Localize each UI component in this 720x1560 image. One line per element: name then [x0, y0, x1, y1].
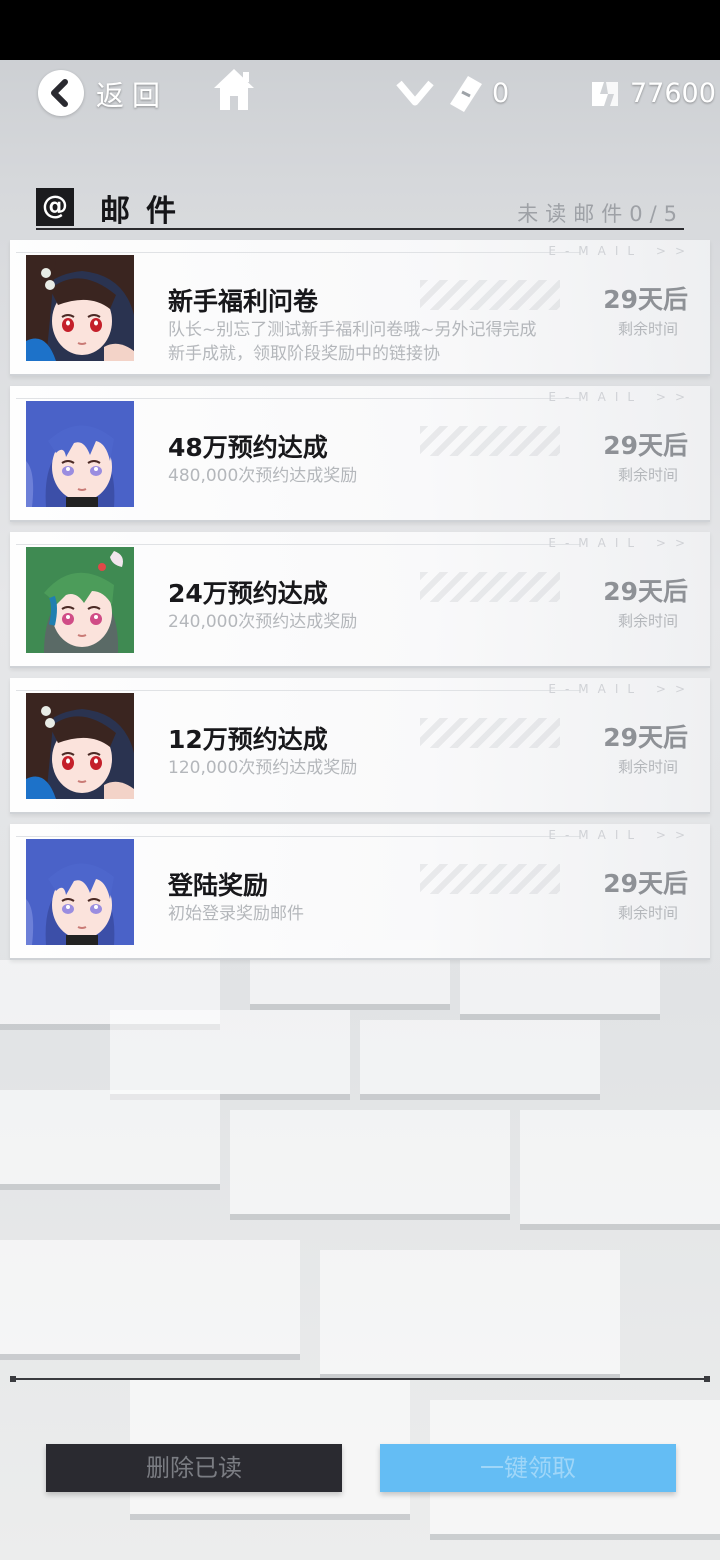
mail-item[interactable]: E-MAIL >> 登陆奖励 初始登录奖励邮件 29天后 剩余时间: [10, 824, 710, 960]
decorative-stripes: [420, 718, 560, 748]
expiry-days: 29天后: [603, 577, 688, 606]
expiry-days: 29天后: [603, 723, 688, 752]
bottom-divider: [10, 1376, 710, 1382]
status-bar: [0, 0, 720, 60]
avatar: [26, 839, 134, 945]
mail-header: @ 邮件 未读邮件0/5: [36, 186, 684, 230]
chevron-left-icon: [51, 79, 68, 107]
email-tag: E-MAIL >>: [548, 536, 694, 550]
avatar: [26, 401, 134, 507]
email-tag: E-MAIL >>: [548, 390, 694, 404]
mail-description: 120,000次预约达成奖励: [168, 758, 358, 778]
coin-count: 77600: [630, 78, 716, 109]
unread-count: 未读邮件0/5: [517, 202, 684, 226]
avatar: [26, 547, 134, 653]
ticket-icon: [450, 76, 482, 112]
mail-title: 12万预约达成: [168, 725, 328, 754]
remaining-time-label: 剩余时间: [617, 758, 678, 776]
remaining-time-label: 剩余时间: [617, 320, 678, 338]
decorative-stripes: [420, 426, 560, 456]
divider: [16, 836, 580, 837]
coin-icon: [592, 82, 618, 106]
v-rank-icon: [396, 80, 434, 106]
remaining-time-label: 剩余时间: [617, 612, 678, 630]
decorative-stripes: [420, 864, 560, 894]
ticket-count: 0: [492, 78, 510, 109]
divider: [16, 690, 580, 691]
expiry-days: 29天后: [603, 431, 688, 460]
mail-description: 队长~别忘了测试新手福利问卷哦~另外记得完成新手成就，领取阶段奖励中的链接协: [168, 320, 537, 364]
mail-title: 24万预约达成: [168, 579, 328, 608]
back-label[interactable]: 返回: [96, 74, 168, 114]
remaining-time-label: 剩余时间: [617, 466, 678, 484]
delete-read-button[interactable]: 删除已读: [46, 1444, 342, 1492]
divider: [16, 252, 580, 253]
decorative-stripes: [420, 280, 560, 310]
mail-item[interactable]: E-MAIL >> 48万预约达成 480,000次预约达成奖励 29天后 剩余…: [10, 386, 710, 522]
mail-item[interactable]: E-MAIL >> 12万预约达成 120,000次预约达成奖励 29天后 剩余…: [10, 678, 710, 814]
email-tag: E-MAIL >>: [548, 828, 694, 842]
mail-title: 登陆奖励: [168, 871, 269, 900]
remaining-time-label: 剩余时间: [617, 904, 678, 922]
at-icon: @: [36, 188, 74, 226]
expiry-days: 29天后: [603, 869, 688, 898]
mail-description: 初始登录奖励邮件: [168, 904, 304, 924]
avatar: [26, 255, 134, 361]
divider: [16, 398, 580, 399]
avatar: [26, 693, 134, 799]
expiry-days: 29天后: [603, 285, 688, 314]
back-button[interactable]: [38, 70, 84, 116]
mail-title: 新手福利问卷: [168, 287, 319, 316]
mail-title: 48万预约达成: [168, 433, 328, 462]
email-tag: E-MAIL >>: [548, 244, 694, 258]
email-tag: E-MAIL >>: [548, 682, 694, 696]
divider: [16, 544, 580, 545]
mail-description: 240,000次预约达成奖励: [168, 612, 358, 632]
mail-item[interactable]: E-MAIL >> 新手福利问卷 队长~别忘了测试新手福利问卷哦~另外记得完成新…: [10, 240, 710, 376]
mail-description: 480,000次预约达成奖励: [168, 466, 358, 486]
top-bar: 返回 0 77600: [0, 60, 720, 132]
home-icon[interactable]: [212, 66, 256, 112]
decorative-stripes: [420, 572, 560, 602]
mail-item[interactable]: E-MAIL >> 24万预约达成 240,000次预约达成奖励 29天后 剩余…: [10, 532, 710, 668]
page-title: 邮件: [100, 194, 192, 229]
claim-all-button[interactable]: 一键领取: [380, 1444, 676, 1492]
